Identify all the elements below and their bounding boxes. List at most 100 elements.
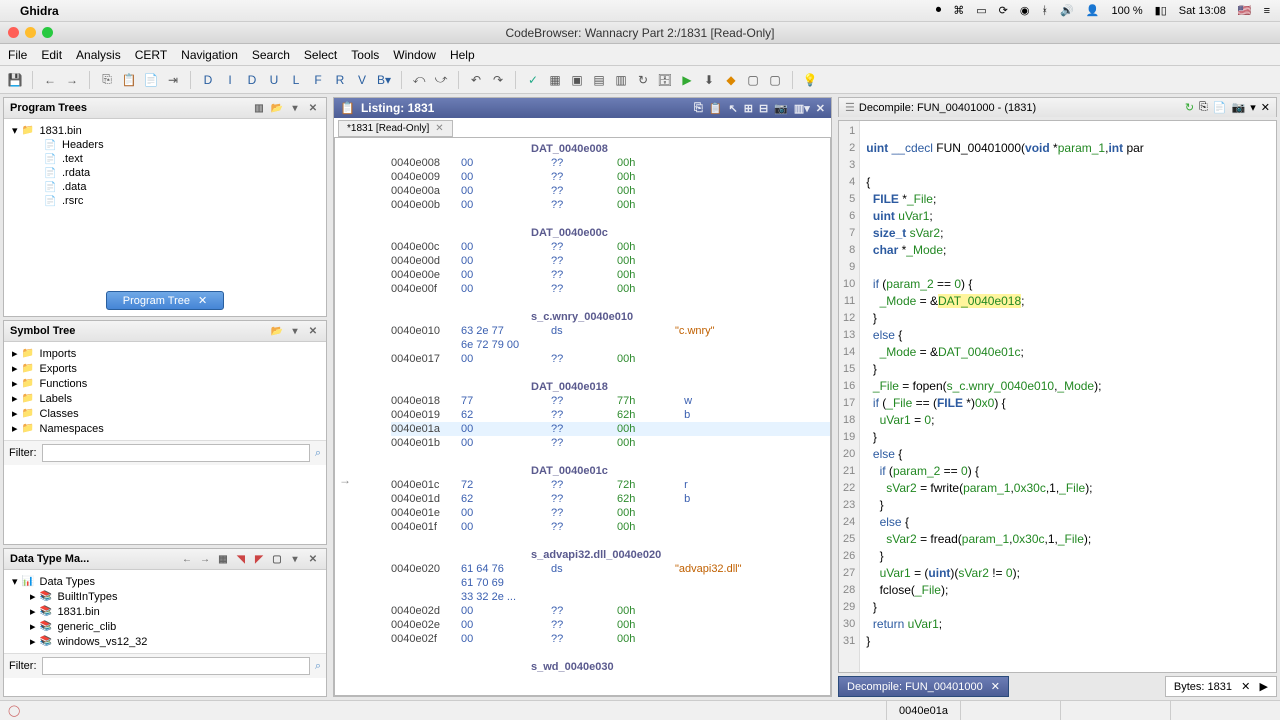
undo-icon[interactable]: ⤺ — [410, 71, 428, 89]
listing-tab[interactable]: *1831 [Read-Only]✕ — [338, 120, 453, 137]
listing-body[interactable]: → DAT_0040e0080040e00800??00h0040e00900?… — [334, 137, 831, 696]
dtm-tree[interactable]: ▾📊Data Types ▸📚BuiltInTypes▸📚1831.bin▸📚g… — [4, 570, 326, 653]
dtm-filter-icon[interactable]: ⌕ — [315, 660, 321, 673]
dc-b2-icon[interactable]: 📄 — [1213, 101, 1227, 114]
v-icon[interactable]: V — [353, 71, 371, 89]
tree-item[interactable]: 📄.data — [44, 180, 318, 194]
pt-close-icon[interactable]: ✕ — [306, 101, 320, 115]
r2-icon[interactable]: ↷ — [489, 71, 507, 89]
menu-window[interactable]: Window — [393, 48, 436, 62]
filter-icon[interactable]: ⌕ — [315, 447, 321, 460]
symbol-item[interactable]: ▸📁Classes — [12, 406, 318, 421]
w2-icon[interactable]: ▤ — [590, 71, 608, 89]
bluetooth-icon[interactable]: ᚼ — [1041, 5, 1048, 17]
symbol-tree[interactable]: ▸📁Imports▸📁Exports▸📁Functions▸📁Labels▸📁C… — [4, 342, 326, 440]
mac-status-icon[interactable]: ⌘ — [953, 4, 964, 17]
dtm-item[interactable]: ▸📚1831.bin — [30, 604, 318, 619]
close-button[interactable] — [8, 27, 19, 38]
lh-b5-icon[interactable]: ⊟ — [759, 102, 768, 115]
save-icon[interactable]: 💾 — [6, 71, 24, 89]
doc-icon[interactable]: 📄 — [142, 71, 160, 89]
d-icon[interactable]: D — [199, 71, 217, 89]
menu-tools[interactable]: Tools — [351, 48, 379, 62]
dc-b1-icon[interactable]: ⎘ — [1199, 101, 1208, 114]
dtm-fwd-icon[interactable]: → — [198, 552, 212, 566]
pt-btn2-icon[interactable]: 📂 — [270, 101, 284, 115]
battery-icon[interactable]: ▭ — [976, 4, 986, 17]
check-icon[interactable]: ✓ — [524, 71, 542, 89]
wifi-icon[interactable]: ◉ — [1020, 4, 1030, 17]
r-icon[interactable]: R — [331, 71, 349, 89]
decompile-body[interactable]: 1234567891011121314151617181920212223242… — [838, 120, 1277, 673]
menu-search[interactable]: Search — [252, 48, 290, 62]
symbol-item[interactable]: ▸📁Functions — [12, 376, 318, 391]
w3-icon[interactable]: ▥ — [612, 71, 630, 89]
battery-bar-icon[interactable]: ▮▯ — [1155, 4, 1167, 17]
dtm-root[interactable]: Data Types — [40, 576, 95, 588]
w5-icon[interactable]: ▢ — [766, 71, 784, 89]
db-icon[interactable]: 🗄 — [656, 71, 674, 89]
dtm-b3-icon[interactable]: ◤ — [252, 552, 266, 566]
dtm-b4-icon[interactable]: ▢ — [270, 552, 284, 566]
dtm-item[interactable]: ▸📚generic_clib — [30, 619, 318, 634]
menu-help[interactable]: Help — [450, 48, 475, 62]
b-icon[interactable]: B▾ — [375, 71, 393, 89]
f-icon[interactable]: F — [309, 71, 327, 89]
symbol-item[interactable]: ▸📁Labels — [12, 391, 318, 406]
play-icon[interactable]: ▶ — [678, 71, 696, 89]
down-icon[interactable]: ⬇ — [700, 71, 718, 89]
grid-icon[interactable]: ▦ — [546, 71, 564, 89]
st-btn2-icon[interactable]: ▾ — [288, 324, 302, 338]
symbol-item[interactable]: ▸📁Exports — [12, 361, 318, 376]
dtm-b5-icon[interactable]: ▾ — [288, 552, 302, 566]
tree-root[interactable]: 1831.bin — [40, 125, 82, 137]
dtm-item[interactable]: ▸📚BuiltInTypes — [30, 589, 318, 604]
volume-icon[interactable]: 🔊 — [1060, 4, 1074, 17]
lh-b6-icon[interactable]: ▥▾ — [794, 102, 810, 115]
dc-b3-icon[interactable]: ▾ — [1250, 101, 1256, 114]
w1-icon[interactable]: ▣ — [568, 71, 586, 89]
dtm-back-icon[interactable]: ← — [180, 552, 194, 566]
l-icon[interactable]: L — [287, 71, 305, 89]
program-tree[interactable]: ▾📁1831.bin 📄Headers📄.text📄.rdata📄.data📄.… — [4, 119, 326, 212]
back-icon[interactable]: ← — [41, 71, 59, 89]
u-icon[interactable]: U — [265, 71, 283, 89]
flag-icon[interactable]: 🇺🇸 — [1238, 4, 1252, 17]
copy-icon[interactable]: ⎘ — [98, 71, 116, 89]
bytes-box[interactable]: Bytes: 1831 ✕ ▶ — [1165, 676, 1277, 697]
step-icon[interactable]: ⇥ — [164, 71, 182, 89]
menu-icon[interactable]: ≡ — [1264, 5, 1270, 17]
dtm-b1-icon[interactable]: ▦ — [216, 552, 230, 566]
bulb-icon[interactable]: 💡 — [801, 71, 819, 89]
sync-icon[interactable]: ⟳ — [999, 4, 1008, 17]
menu-edit[interactable]: Edit — [41, 48, 62, 62]
lh-cam-icon[interactable]: 📷 — [774, 102, 788, 115]
dtm-close-icon[interactable]: ✕ — [306, 552, 320, 566]
menu-cert[interactable]: CERT — [135, 48, 167, 62]
symbol-filter-input[interactable] — [42, 444, 310, 462]
w4-icon[interactable]: ▢ — [744, 71, 762, 89]
refresh-icon[interactable]: ↻ — [634, 71, 652, 89]
redo-icon[interactable]: ⤻ — [432, 71, 450, 89]
d2-icon[interactable]: D — [243, 71, 261, 89]
menu-navigation[interactable]: Navigation — [181, 48, 238, 62]
tree-item[interactable]: 📄.rdata — [44, 166, 318, 180]
dtm-filter-input[interactable] — [42, 657, 310, 675]
decompile-tab[interactable]: Decompile: FUN_00401000✕ — [838, 676, 1009, 697]
dc-refresh-icon[interactable]: ↻ — [1185, 101, 1194, 114]
user-icon[interactable]: 👤 — [1086, 4, 1100, 17]
menu-file[interactable]: File — [8, 48, 27, 62]
lh-b3-icon[interactable]: ↖ — [729, 102, 738, 115]
forward-icon[interactable]: → — [63, 71, 81, 89]
minimize-button[interactable] — [25, 27, 36, 38]
pt-btn1-icon[interactable]: ▥ — [252, 101, 266, 115]
symbol-item[interactable]: ▸📁Imports — [12, 346, 318, 361]
menu-select[interactable]: Select — [304, 48, 337, 62]
tree-item[interactable]: 📄.text — [44, 152, 318, 166]
tree-item[interactable]: 📄.rsrc — [44, 194, 318, 208]
tree-item[interactable]: 📄Headers — [44, 138, 318, 152]
pt-btn3-icon[interactable]: ▾ — [288, 101, 302, 115]
diamond-icon[interactable]: ◆ — [722, 71, 740, 89]
paste-icon[interactable]: 📋 — [120, 71, 138, 89]
u2-icon[interactable]: ↶ — [467, 71, 485, 89]
